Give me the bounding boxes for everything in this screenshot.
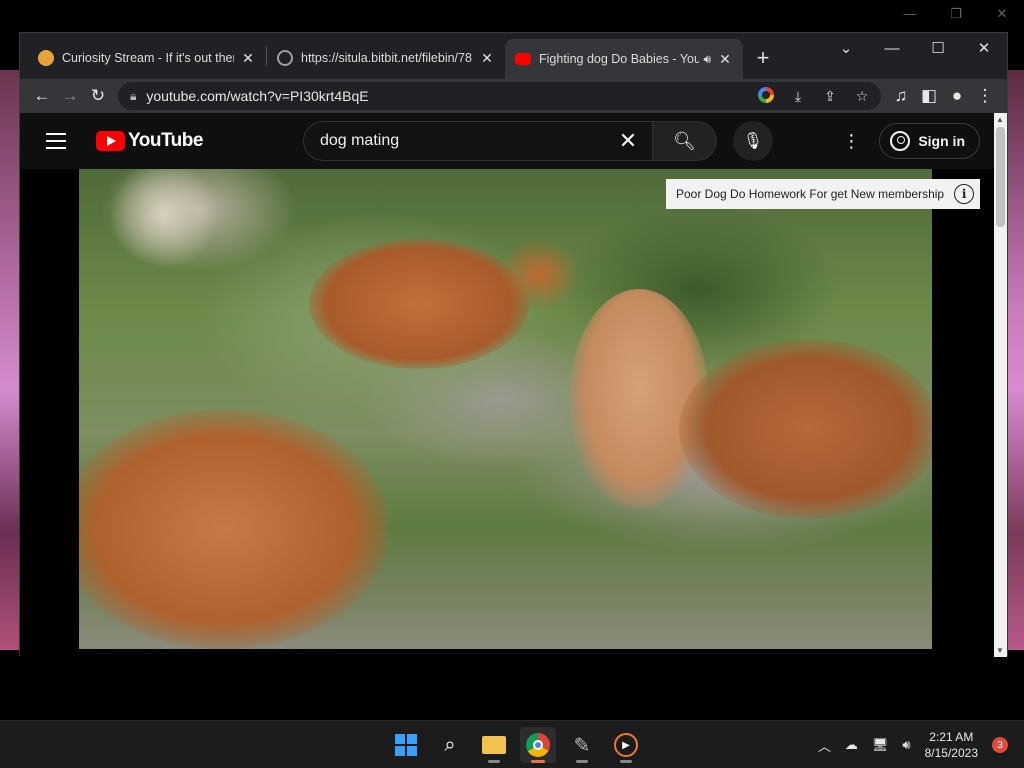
url-text[interactable]: youtube.com/watch?v=PI30krt4BqE [146,88,755,104]
youtube-page: YouTube ✕ 🔍︎ 🎙︎ ⋮ Sign in [20,113,996,657]
browser-menu-icon[interactable]: ⋮ [971,82,999,110]
tab-title: https://situla.bitbit.net/filebin/78 [301,51,472,65]
restore-icon[interactable]: ❐ [944,6,968,22]
info-icon[interactable]: i [954,184,975,204]
tab-strip: Curiosity Stream - If it's out there ✕ h… [20,33,1007,79]
page-scrollbar[interactable]: ▲ ▼ [994,113,1007,657]
start-button[interactable] [388,727,424,763]
desktop-wallpaper-right [1006,70,1024,650]
minimize-icon[interactable]: — [869,40,915,57]
tab-curiosity-stream[interactable]: Curiosity Stream - If it's out there ✕ [28,39,266,77]
forward-icon[interactable]: → [56,82,84,110]
browser-toolbar: ← → ↻ 🔒︎ youtube.com/watch?v=PI30krt4BqE… [20,79,1007,113]
tab-search-chevron-icon[interactable]: ⌄ [823,39,869,57]
volume-icon[interactable]: 🔊︎ [902,737,910,753]
search-box[interactable]: ✕ [302,121,653,161]
tab-title: Fighting dog Do Babies - YouTube [539,52,700,66]
close-icon[interactable]: ✕ [961,39,1007,57]
search-bar: ✕ 🔍︎ 🎙︎ [302,121,773,161]
sign-in-button[interactable]: Sign in [879,123,980,159]
globe-icon [277,50,293,66]
youtube-logo-text: YouTube [128,130,203,151]
time-text: 2:21 AM [929,730,974,744]
google-lens-icon[interactable] [755,86,777,106]
clear-search-icon[interactable]: ✕ [616,128,640,154]
taskbar-apps: ⌕ ✎ ▶ [388,727,644,763]
browser-window-controls: ⌄ — ☐ ✕ [823,33,1007,63]
video-info-card[interactable]: Poor Dog Do Homework For get New members… [666,179,981,209]
tab-youtube-video[interactable]: Fighting dog Do Babies - YouTube 🔊︎ ✕ [505,39,743,79]
search-input[interactable] [319,132,616,150]
system-tray: ︿ ☁ 🖥︎ 🔊︎ 2:21 AM 8/15/2023 3 [818,721,1008,768]
folder-icon [482,736,506,754]
minimize-icon[interactable]: — [898,6,922,22]
pen-app-button[interactable]: ✎ [564,727,600,763]
chrome-taskbar-button[interactable] [520,727,556,763]
taskbar-search-button[interactable]: ⌕ [432,727,468,763]
youtube-play-logo-icon [96,131,125,151]
video-scene-dog [109,169,219,269]
youtube-logo[interactable]: YouTube [96,130,203,152]
chrome-icon [526,733,550,757]
lock-icon[interactable]: 🔒︎ [130,89,136,104]
info-card-text[interactable]: Poor Dog Do Homework For get New members… [676,187,944,201]
speaker-icon[interactable]: 🔊︎ [703,52,711,67]
onedrive-off-icon[interactable]: ☁ [845,737,858,753]
address-bar[interactable]: 🔒︎ youtube.com/watch?v=PI30krt4BqE ⤓ ⇪ ☆ [118,82,881,110]
network-icon[interactable]: 🖥︎ [872,737,889,753]
voice-search-button[interactable]: 🎙︎ [732,121,773,161]
scrollbar-thumb[interactable] [996,127,1005,227]
side-panel-icon[interactable]: ◧ [915,82,943,110]
pen-icon: ✎ [573,734,591,757]
chevron-up-icon[interactable]: ︿ [818,736,831,755]
tab-close-icon[interactable]: ✕ [479,50,495,67]
scroll-up-icon[interactable]: ▲ [996,115,1004,124]
sign-in-label: Sign in [918,133,965,149]
youtube-favicon-icon [515,53,531,65]
video-scene-dog [309,239,529,369]
hamburger-menu-icon[interactable] [40,129,72,153]
close-icon[interactable]: ✕ [990,6,1014,22]
date-text: 8/15/2023 [924,746,978,760]
tab-close-icon[interactable]: ✕ [240,50,256,67]
play-circle-icon: ▶ [614,733,638,757]
new-tab-button[interactable]: + [749,44,777,72]
maximize-icon[interactable]: ☐ [915,39,961,57]
tab-close-icon[interactable]: ✕ [717,51,733,68]
browser-window: Curiosity Stream - If it's out there ✕ h… [19,32,1008,657]
file-explorer-button[interactable] [476,727,512,763]
media-player-button[interactable]: ▶ [608,727,644,763]
search-button[interactable]: 🔍︎ [652,121,717,161]
taskbar: ⌕ ✎ ▶ ︿ ☁ 🖥︎ 🔊︎ 2:21 AM 8/15/2023 3 [0,720,1024,768]
search-icon: 🔍︎ [673,130,696,151]
windows-logo-icon [395,734,417,756]
share-icon[interactable]: ⇪ [819,88,841,105]
notification-badge[interactable]: 3 [992,737,1008,753]
scroll-down-icon[interactable]: ▼ [996,646,1004,655]
clock[interactable]: 2:21 AM 8/15/2023 [925,729,978,761]
tab-title: Curiosity Stream - If it's out there [62,51,234,65]
reload-icon[interactable]: ↻ [84,82,112,110]
video-scene-dog [679,339,932,519]
bookmark-star-icon[interactable]: ☆ [851,88,873,105]
youtube-header: YouTube ✕ 🔍︎ 🎙︎ ⋮ Sign in [20,113,996,169]
video-player[interactable]: Poor Dog Do Homework For get New members… [20,169,996,657]
video-scene-dog [79,409,389,649]
video-scene-dog [499,239,579,309]
tab-filebin[interactable]: https://situla.bitbit.net/filebin/78 ✕ [267,39,505,77]
header-actions: ⋮ Sign in [841,123,980,159]
media-control-icon[interactable]: ♫ [887,82,915,110]
video-frame[interactable] [79,169,932,649]
microphone-icon: 🎙︎ [742,133,764,150]
desktop-window-controls: — ❐ ✕ [898,6,1014,22]
curiosity-stream-favicon-icon [38,50,54,66]
back-icon[interactable]: ← [28,82,56,110]
settings-menu-icon[interactable]: ⋮ [841,131,861,152]
search-icon: ⌕ [444,733,456,756]
profile-icon[interactable]: ● [943,82,971,110]
desktop-wallpaper-left [0,70,20,650]
account-circle-icon [890,131,911,151]
install-app-icon[interactable]: ⤓ [787,88,809,105]
